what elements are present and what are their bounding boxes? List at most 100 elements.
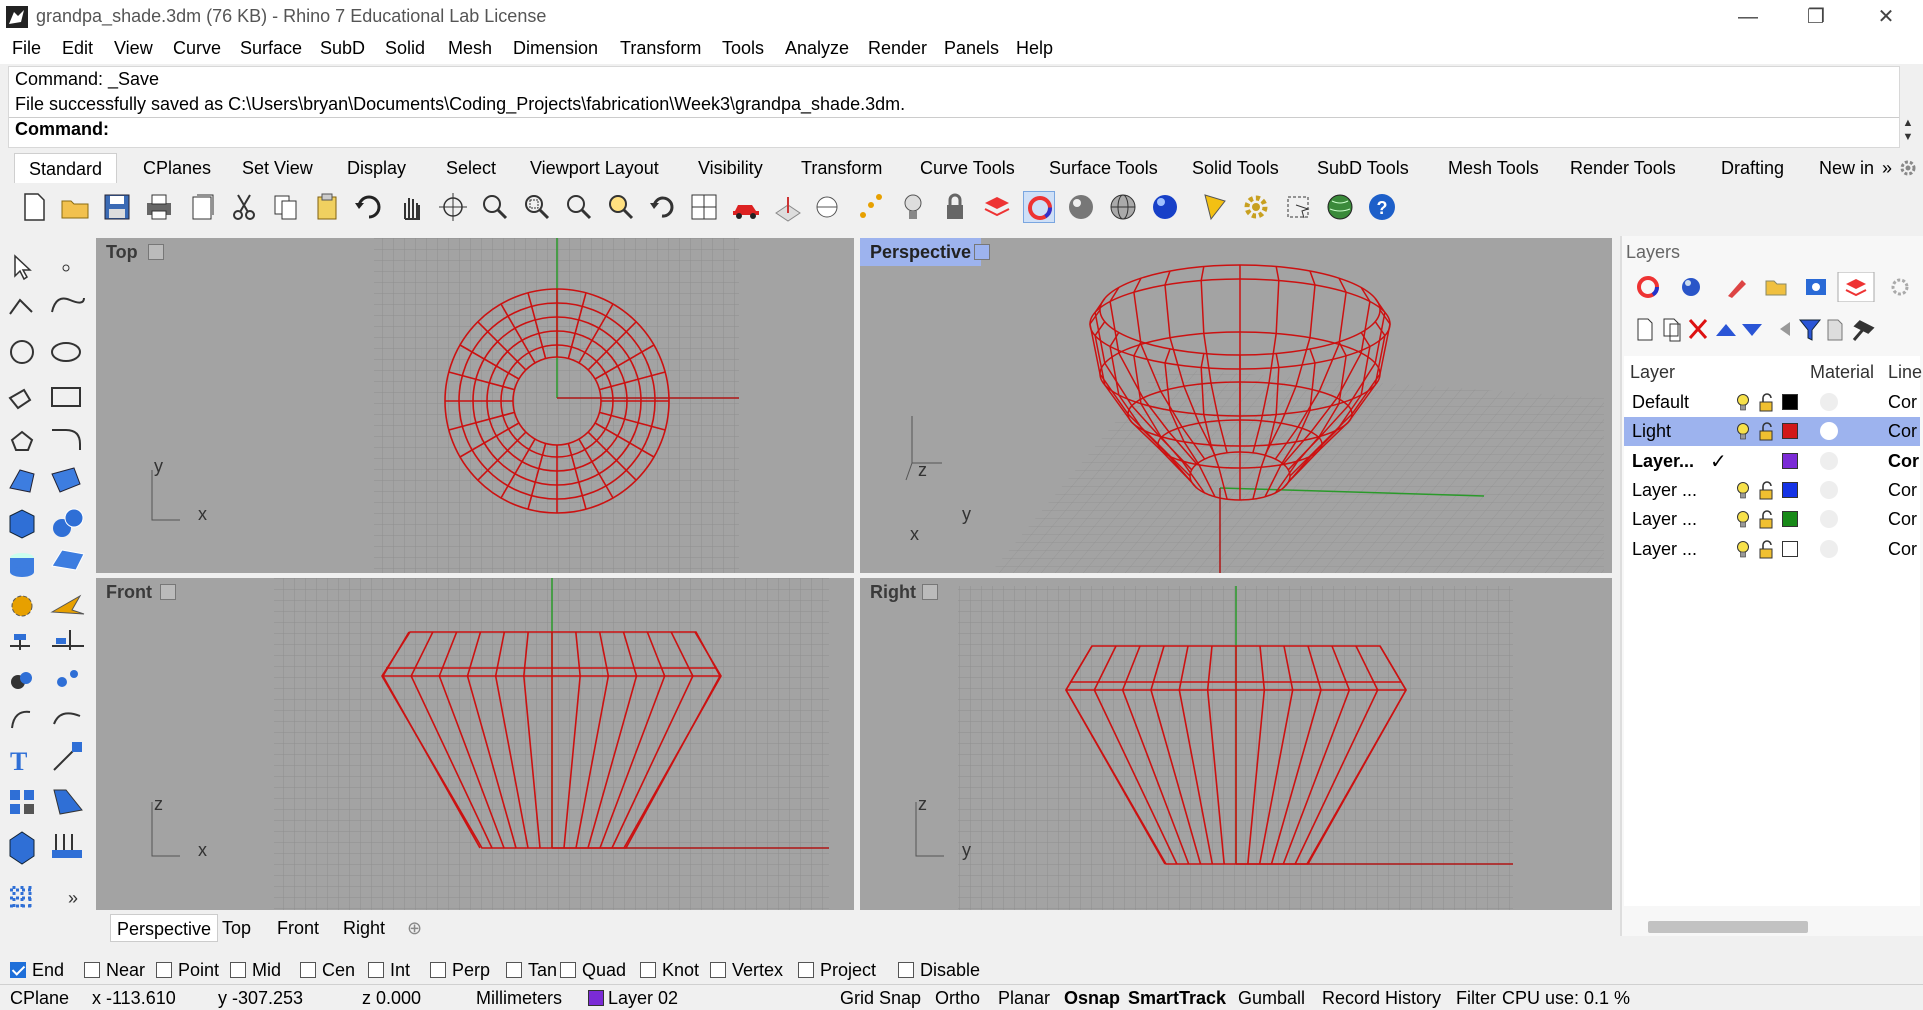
layer-unlocked-icon[interactable] bbox=[1758, 393, 1776, 413]
layer-visible-bulb-icon[interactable] bbox=[1734, 393, 1752, 413]
dimension-icon[interactable] bbox=[10, 634, 30, 650]
tab-transform[interactable]: Transform bbox=[801, 158, 882, 179]
layer-name[interactable]: Layer... bbox=[1632, 451, 1694, 472]
options-gear-icon[interactable] bbox=[1240, 191, 1272, 223]
layer-color-swatch[interactable] bbox=[1782, 394, 1798, 410]
array-icon[interactable] bbox=[57, 670, 78, 687]
osnap-disable[interactable]: Disable bbox=[898, 960, 980, 981]
layer-name[interactable]: Layer ... bbox=[1632, 539, 1697, 560]
cplane-label[interactable]: CPlane bbox=[10, 988, 69, 1009]
help-icon[interactable]: ? bbox=[1366, 191, 1398, 223]
tab-curve-tools[interactable]: Curve Tools bbox=[920, 158, 1015, 179]
menu-solid[interactable]: Solid bbox=[385, 38, 425, 59]
viewport-menu-dropdown-icon[interactable] bbox=[922, 584, 938, 600]
surface-corner-icon[interactable] bbox=[9, 469, 35, 493]
ellipse-icon[interactable] bbox=[51, 342, 81, 362]
viewport-menu-dropdown-icon[interactable] bbox=[160, 584, 176, 600]
viewport-right[interactable]: Right z y bbox=[860, 578, 1612, 910]
osnap-perp[interactable]: Perp bbox=[430, 960, 490, 981]
filter-icon[interactable] bbox=[1798, 319, 1822, 341]
menu-subd[interactable]: SubD bbox=[320, 38, 365, 59]
object-properties-icon[interactable] bbox=[1023, 191, 1055, 223]
menu-render[interactable]: Render bbox=[868, 38, 927, 59]
move-layer-down-icon[interactable] bbox=[1742, 324, 1762, 336]
wireframe-sphere-icon[interactable] bbox=[1107, 191, 1139, 223]
globe-icon[interactable] bbox=[1324, 191, 1356, 223]
move-layer-left-icon[interactable] bbox=[1780, 322, 1790, 336]
osnap-checkbox[interactable] bbox=[506, 962, 522, 978]
minimize-button[interactable]: — bbox=[1714, 0, 1782, 34]
layers-horizontal-scrollbar[interactable] bbox=[1648, 921, 1808, 933]
osnap-project[interactable]: Project bbox=[798, 960, 876, 981]
block-icon[interactable] bbox=[9, 831, 35, 865]
osnap-checkbox[interactable] bbox=[798, 962, 814, 978]
layer-states-icon[interactable] bbox=[1827, 319, 1843, 341]
layer-unlocked-icon[interactable] bbox=[1758, 481, 1776, 501]
layer-column-header[interactable]: Layer bbox=[1630, 362, 1675, 383]
layer-name[interactable]: Default bbox=[1632, 392, 1689, 413]
layer-color-swatch[interactable] bbox=[1782, 511, 1798, 527]
light-bulb-icon[interactable] bbox=[897, 191, 929, 223]
tab-viewport-layout[interactable]: Viewport Layout bbox=[530, 158, 659, 179]
layer-linetype[interactable]: Cor bbox=[1888, 539, 1917, 560]
layer-linetype[interactable]: Cor bbox=[1888, 451, 1919, 472]
layer-unlocked-icon[interactable] bbox=[1758, 540, 1776, 560]
gumball-toggle[interactable]: Gumball bbox=[1238, 988, 1305, 1009]
split-icon[interactable] bbox=[52, 630, 84, 650]
command-scrollbar[interactable]: ▲ ▼ bbox=[1898, 116, 1918, 146]
layer-row[interactable]: Layer ... Cor bbox=[1624, 505, 1920, 534]
open-folder-icon[interactable] bbox=[59, 191, 91, 223]
point-icon[interactable] bbox=[62, 264, 70, 272]
rectangle-icon[interactable] bbox=[51, 387, 81, 407]
pan-hand-icon[interactable] bbox=[395, 191, 427, 223]
scale-icon[interactable] bbox=[53, 742, 82, 771]
tab-subd-tools[interactable]: SubD Tools bbox=[1317, 158, 1409, 179]
menu-tools[interactable]: Tools bbox=[722, 38, 764, 59]
curve-icon[interactable] bbox=[51, 297, 85, 313]
undo-view-icon[interactable] bbox=[646, 191, 678, 223]
viewport-label-front[interactable]: Front bbox=[96, 578, 162, 606]
osnap-int[interactable]: Int bbox=[368, 960, 410, 981]
tabs-overflow-icon[interactable]: » bbox=[1882, 158, 1892, 179]
lock-icon[interactable] bbox=[939, 191, 971, 223]
osnap-checkbox[interactable] bbox=[430, 962, 446, 978]
tab-set-view[interactable]: Set View bbox=[242, 158, 313, 179]
mesh-icon[interactable] bbox=[51, 549, 85, 571]
menu-edit[interactable]: Edit bbox=[62, 38, 93, 59]
libraries-folder-icon[interactable] bbox=[1765, 280, 1787, 296]
named-view-car-icon[interactable] bbox=[730, 191, 762, 223]
osnap-toggle-icon[interactable] bbox=[813, 191, 845, 223]
menu-help[interactable]: Help bbox=[1016, 38, 1053, 59]
tab-cplanes[interactable]: CPlanes bbox=[143, 158, 211, 179]
viewport-tab-right[interactable]: Right bbox=[343, 918, 385, 939]
osnap-point[interactable]: Point bbox=[156, 960, 219, 981]
units-label[interactable]: Millimeters bbox=[476, 988, 562, 1009]
text-icon[interactable]: T bbox=[10, 747, 27, 776]
tab-solid-tools[interactable]: Solid Tools bbox=[1192, 158, 1279, 179]
layer-row[interactable]: Layer... ✓ Cor bbox=[1624, 447, 1920, 476]
move-layer-up-icon[interactable] bbox=[1716, 324, 1736, 336]
planar-toggle[interactable]: Planar bbox=[998, 988, 1050, 1009]
menu-dimension[interactable]: Dimension bbox=[513, 38, 598, 59]
osnap-tan[interactable]: Tan bbox=[506, 960, 557, 981]
menu-file[interactable]: File bbox=[12, 38, 41, 59]
menu-panels[interactable]: Panels bbox=[944, 38, 999, 59]
new-sublayer-icon[interactable] bbox=[1663, 318, 1681, 342]
layer-linetype[interactable]: Cor bbox=[1888, 480, 1917, 501]
menu-transform[interactable]: Transform bbox=[620, 38, 701, 59]
tab-mesh-tools[interactable]: Mesh Tools bbox=[1448, 158, 1539, 179]
polyline-icon[interactable] bbox=[9, 298, 33, 315]
arc-icon[interactable] bbox=[8, 388, 32, 410]
render-icon[interactable] bbox=[1728, 280, 1746, 298]
add-viewport-tab-icon[interactable]: ⊕ bbox=[407, 918, 422, 939]
layer-material-icon[interactable] bbox=[1820, 393, 1838, 411]
osnap-checkbox[interactable] bbox=[640, 962, 656, 978]
osnap-checkbox[interactable] bbox=[300, 962, 316, 978]
layer-visible-bulb-icon[interactable] bbox=[1734, 510, 1752, 530]
grid-snap-toggle[interactable]: Grid Snap bbox=[840, 988, 921, 1009]
close-button[interactable]: ✕ bbox=[1852, 0, 1920, 34]
boolean-icon[interactable] bbox=[53, 508, 84, 537]
osnap-checkbox[interactable] bbox=[230, 962, 246, 978]
layer-material-icon[interactable] bbox=[1820, 481, 1838, 499]
select-points-icon[interactable] bbox=[855, 191, 887, 223]
